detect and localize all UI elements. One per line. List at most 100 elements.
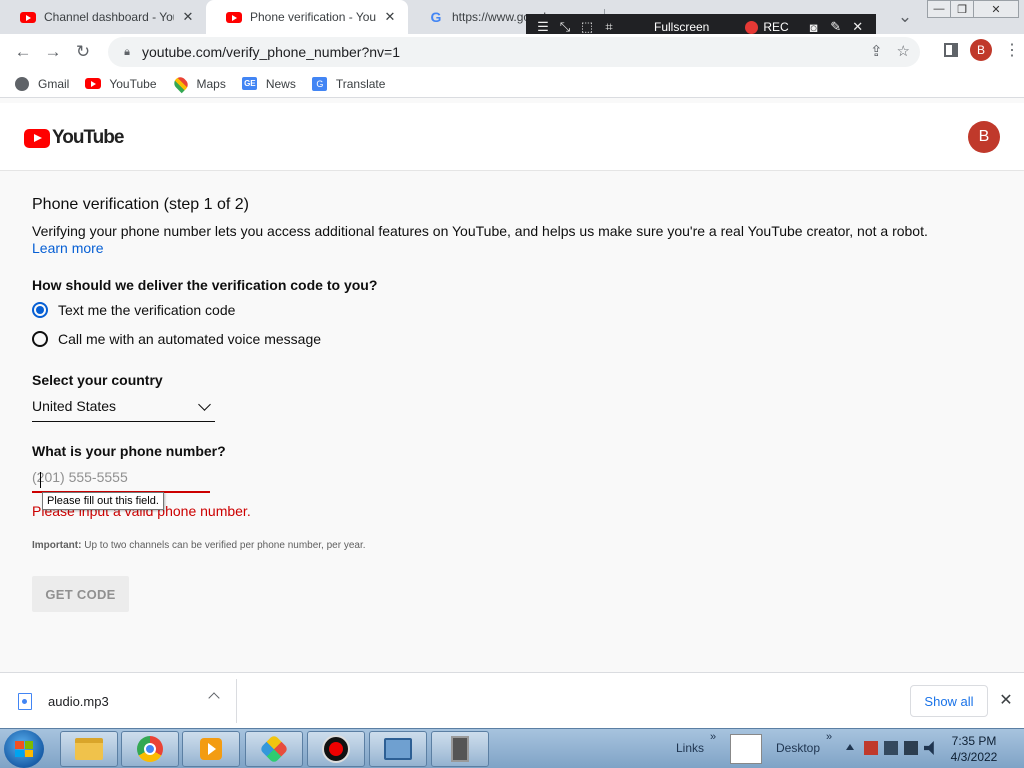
start-button[interactable]	[4, 730, 44, 768]
toolbar-right: B ⋮	[944, 39, 1020, 61]
download-file-name[interactable]: audio.mp3	[48, 694, 109, 709]
server-app-icon[interactable]	[431, 731, 489, 767]
radio-option-call[interactable]: Call me with an automated voice message	[32, 331, 321, 347]
page-title: Phone verification (step 1 of 2)	[32, 196, 250, 213]
youtube-icon	[20, 9, 36, 25]
control-panel-icon[interactable]	[369, 731, 427, 767]
back-arrow-icon[interactable]: ←	[8, 37, 38, 67]
url-text[interactable]: youtube.com/verify_phone_number?nv=1	[142, 44, 400, 60]
radio-label[interactable]: Text me the verification code	[58, 302, 235, 318]
share-icon[interactable]: ⇪	[870, 42, 883, 60]
phone-field-wrapper[interactable]	[32, 469, 210, 493]
chevron-up-icon[interactable]	[208, 692, 220, 704]
fullscreen-label[interactable]: Fullscreen	[654, 20, 709, 34]
side-panel-icon[interactable]	[944, 43, 958, 57]
minimize-icon[interactable]: —	[927, 0, 951, 18]
desktop-expand-icon[interactable]: »	[826, 731, 832, 743]
links-expand-icon[interactable]: »	[710, 731, 716, 743]
get-code-button[interactable]: GET CODE	[32, 576, 129, 612]
news-icon: GE	[242, 77, 258, 90]
links-toolbar[interactable]: Links	[676, 741, 704, 755]
windows-logo-icon	[15, 741, 33, 757]
bookmark-label: News	[265, 76, 296, 91]
phone-label: What is your phone number?	[32, 443, 226, 459]
important-note: Important: Up to two channels can be ver…	[32, 540, 366, 551]
clock-time: 7:35 PM	[951, 734, 997, 748]
action-center-icon[interactable]	[864, 741, 878, 755]
omnibox-actions: ⇪ ☆	[870, 42, 910, 60]
window-close-icon[interactable]: ✕	[973, 0, 1019, 18]
radio-selected-icon[interactable]	[32, 302, 48, 318]
download-shelf: audio.mp3 Show all ✕	[0, 672, 1024, 728]
record-icon[interactable]	[745, 20, 759, 34]
delivery-question: How should we deliver the verification c…	[32, 277, 378, 293]
tab-channel-dashboard[interactable]: Channel dashboard - YouTube ✕	[0, 0, 206, 34]
restore-icon[interactable]: ❐	[950, 0, 974, 18]
file-explorer-icon[interactable]	[60, 731, 118, 767]
bookmark-maps[interactable]: Maps	[171, 74, 226, 93]
system-tray	[864, 741, 938, 755]
maps-pin-icon	[171, 74, 190, 93]
close-icon[interactable]: ✕	[382, 9, 398, 25]
volume-icon[interactable]	[924, 741, 934, 755]
profile-avatar[interactable]: B	[970, 39, 992, 61]
audio-file-icon	[18, 692, 32, 710]
bookmark-label: YouTube	[109, 76, 157, 91]
bookmark-translate[interactable]: G Translate	[312, 76, 386, 92]
tab-phone-verification[interactable]: Phone verification - YouTube ✕	[206, 0, 408, 34]
show-hidden-icons-icon[interactable]	[846, 744, 854, 750]
system-clock[interactable]: 7:35 PM 4/3/2022	[940, 733, 1008, 765]
reload-icon[interactable]: ↻	[68, 37, 98, 67]
important-label: Important:	[32, 540, 82, 551]
tab-title: Channel dashboard - YouTube	[44, 10, 174, 24]
bookmark-label: Maps	[196, 76, 226, 91]
country-value[interactable]: United States	[32, 398, 116, 414]
more-menu-icon[interactable]: ⋮	[1004, 40, 1020, 60]
tab-search-chevron-icon[interactable]: ⌄	[890, 2, 920, 32]
screen-recorder-icon[interactable]	[307, 731, 365, 767]
bookmark-news[interactable]: GE News	[242, 76, 296, 92]
youtube-logo-text: YouTube	[52, 127, 124, 148]
youtube-header: YouTube B	[0, 103, 1024, 171]
network-icon[interactable]	[884, 741, 898, 755]
learn-more-link[interactable]: Learn more	[32, 240, 104, 256]
phone-verification-form: Phone verification (step 1 of 2) Verifyi…	[0, 172, 1024, 672]
bookmark-youtube[interactable]: YouTube	[85, 76, 157, 92]
pinwheel-app-icon[interactable]	[245, 731, 303, 767]
media-player-icon[interactable]	[182, 731, 240, 767]
show-all-button[interactable]: Show all	[910, 685, 988, 717]
country-select[interactable]: United States	[32, 398, 215, 422]
bookmark-gmail[interactable]: Gmail	[14, 76, 69, 92]
chrome-icon[interactable]	[121, 731, 179, 767]
download-item[interactable]: audio.mp3	[18, 685, 236, 717]
forward-arrow-icon[interactable]: →	[38, 37, 68, 67]
rec-label[interactable]: REC	[763, 20, 788, 34]
bookmark-label: Translate	[335, 76, 386, 91]
star-icon[interactable]: ☆	[897, 42, 910, 60]
security-icon[interactable]	[904, 741, 918, 755]
notepad-icon[interactable]	[730, 734, 762, 764]
lock-icon[interactable]: 🔒︎	[120, 45, 134, 59]
youtube-icon	[85, 76, 102, 92]
divider	[236, 679, 237, 723]
close-icon[interactable]: ✕	[998, 690, 1014, 710]
desktop-toolbar[interactable]: Desktop	[776, 741, 820, 755]
radio-unselected-icon[interactable]	[32, 331, 48, 347]
account-avatar[interactable]: B	[968, 121, 1000, 153]
windows-taskbar: Links » Desktop » 7:35 PM 4/3/2022	[0, 728, 1024, 768]
chevron-down-icon[interactable]	[198, 398, 211, 411]
text-cursor-icon	[40, 472, 47, 488]
description-text: Verifying your phone number lets you acc…	[32, 223, 928, 239]
close-icon[interactable]: ✕	[180, 9, 196, 25]
tab-title: Phone verification - YouTube	[250, 10, 376, 24]
radio-option-text[interactable]: Text me the verification code	[32, 302, 235, 318]
translate-icon: G	[312, 76, 328, 92]
phone-number-input[interactable]	[32, 469, 210, 485]
window-controls: — ❐ ✕	[927, 0, 1019, 18]
radio-label[interactable]: Call me with an automated voice message	[58, 331, 321, 347]
youtube-icon	[226, 9, 242, 25]
youtube-play-icon	[24, 128, 50, 148]
globe-icon	[14, 76, 30, 92]
youtube-logo[interactable]: YouTube	[24, 127, 124, 149]
address-bar[interactable]: 🔒︎ youtube.com/verify_phone_number?nv=1 …	[108, 37, 920, 67]
